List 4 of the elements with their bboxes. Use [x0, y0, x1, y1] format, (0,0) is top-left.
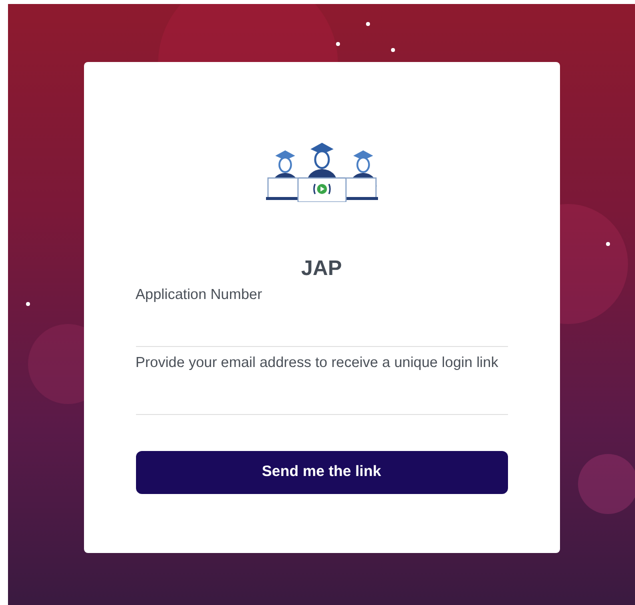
- send-link-button[interactable]: Send me the link: [136, 451, 508, 494]
- app-title: JAP: [301, 258, 342, 279]
- field-label: Provide your email address to receive a unique login link: [136, 354, 500, 373]
- field-label: Application Number: [136, 286, 264, 305]
